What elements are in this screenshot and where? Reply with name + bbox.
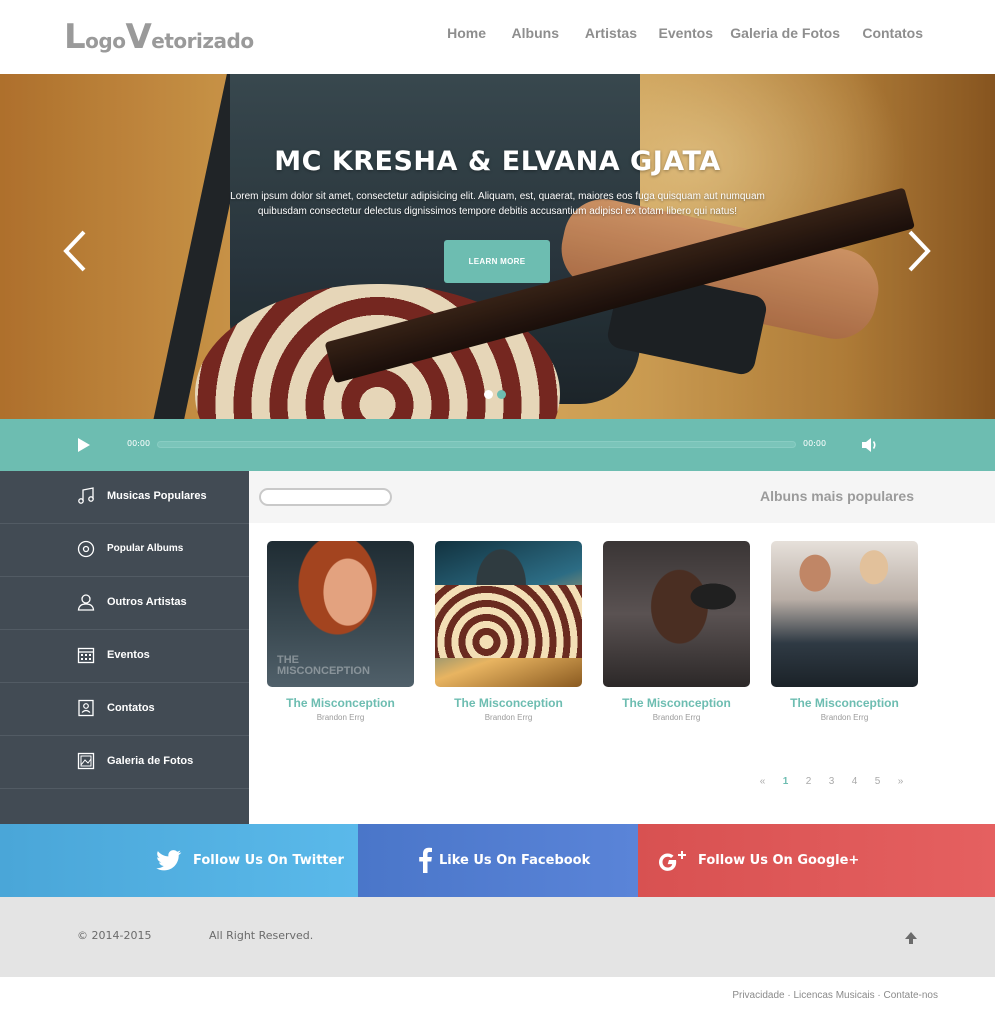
sidebar-item-label: Popular Albums [107, 543, 184, 554]
album-title: The Misconception [790, 696, 899, 710]
back-to-top-arrow-icon[interactable] [903, 930, 919, 946]
next-slide-arrow-icon[interactable] [904, 229, 934, 274]
site-header: L ogo V etorizado Home Albuns Artistas E… [0, 0, 995, 74]
album-cover [771, 541, 918, 687]
pagination-page-2[interactable]: 2 [797, 776, 820, 787]
album-card[interactable]: THE MISCONCEPTION The Misconception Bran… [267, 541, 414, 722]
twitter-bird-icon [155, 846, 183, 874]
twitter-follow-button[interactable]: Follow Us On Twitter [0, 824, 358, 897]
twitter-follow-label: Follow Us On Twitter [193, 853, 344, 868]
album-artist: Brandon Errg [316, 713, 365, 722]
nav-contatos[interactable]: Contatos [862, 25, 923, 41]
album-card[interactable]: The Misconception Brandon Errg [603, 541, 750, 722]
copyright-text: © 2014-2015 [77, 929, 152, 942]
logo-letter-v: V [125, 17, 152, 57]
nav-albuns[interactable]: Albuns [512, 25, 559, 41]
nav-eventos[interactable]: Eventos [659, 25, 713, 41]
sidebar-item-label: Outros Artistas [107, 596, 187, 608]
sidebar-item-popular-albums[interactable]: Popular Albums [0, 524, 249, 577]
pagination-page-5[interactable]: 5 [866, 776, 889, 787]
google-plus-follow-button[interactable]: Follow Us On Google+ [638, 824, 995, 897]
music-note-icon [77, 487, 95, 505]
user-icon [77, 593, 95, 611]
disc-icon [77, 540, 95, 558]
hero-title: MC KRESHA & ELVANA GJATA [274, 146, 721, 177]
footer-link-contate-nos[interactable]: Contate-nos [884, 990, 938, 1001]
sidebar-item-label: Musicas Populares [107, 490, 207, 502]
nav-galeria-de-fotos[interactable]: Galeria de Fotos [730, 25, 840, 41]
album-title: The Misconception [454, 696, 563, 710]
google-plus-follow-label: Follow Us On Google+ [698, 853, 860, 868]
logo-text-1: ogo [85, 29, 126, 53]
rights-text: All Right Reserved. [209, 929, 314, 942]
image-icon [77, 752, 95, 770]
hero-text: Lorem ipsum dolor sit amet, consectetur … [230, 191, 765, 217]
album-title: The Misconception [286, 696, 395, 710]
search-input[interactable] [259, 488, 392, 506]
hero-slider: MC KRESHA & ELVANA GJATA Lorem ipsum dol… [0, 74, 995, 419]
footer: © 2014-2015 All Right Reserved. [0, 897, 995, 977]
pagination-page-4[interactable]: 4 [843, 776, 866, 787]
sidebar-item-outros-artistas[interactable]: Outros Artistas [0, 577, 249, 630]
album-cover [603, 541, 750, 687]
facebook-like-label: Like Us On Facebook [439, 853, 591, 868]
sidebar: Musicas Populares Popular Albums Outros … [0, 471, 249, 824]
prev-slide-arrow-icon[interactable] [60, 229, 90, 274]
sidebar-item-label: Contatos [107, 702, 155, 714]
album-card[interactable]: The Misconception Brandon Errg [435, 541, 582, 722]
slide-dot-1[interactable] [484, 390, 493, 399]
facebook-like-button[interactable]: Like Us On Facebook [358, 824, 638, 897]
pagination-next[interactable]: » [889, 776, 912, 787]
pagination-prev[interactable]: « [751, 776, 774, 787]
google-plus-icon [658, 846, 686, 874]
learn-more-button[interactable]: LEARN MORE [444, 240, 550, 283]
nav-artistas[interactable]: Artistas [585, 25, 637, 41]
slide-dots [484, 390, 506, 399]
play-icon[interactable] [76, 437, 92, 453]
album-artist: Brandon Errg [820, 713, 869, 722]
current-time: 00:00 [127, 439, 151, 448]
album-cover [435, 541, 582, 687]
sidebar-item-label: Galeria de Fotos [107, 755, 194, 767]
album-artist: Brandon Errg [652, 713, 701, 722]
slide-dot-2[interactable] [497, 390, 506, 399]
audio-player: 00:00 00:00 [0, 419, 995, 471]
album-cover-watermark: THE MISCONCEPTION [277, 654, 370, 677]
album-card[interactable]: The Misconception Brandon Errg [771, 541, 918, 722]
facebook-icon [412, 846, 440, 874]
album-title: The Misconception [622, 696, 731, 710]
total-time: 00:00 [803, 439, 827, 448]
pagination-page-1[interactable]: 1 [774, 776, 797, 787]
nav-home[interactable]: Home [447, 25, 486, 41]
volume-icon[interactable] [860, 436, 880, 454]
footer-link-licencas-musicais[interactable]: Licencas Musicais [793, 990, 874, 1001]
sidebar-item-eventos[interactable]: Eventos [0, 630, 249, 683]
album-cover: THE MISCONCEPTION [267, 541, 414, 687]
sidebar-item-contatos[interactable]: Contatos [0, 683, 249, 736]
content-toolbar: Albuns mais populares [249, 471, 995, 523]
footer-link-separator: · [874, 990, 884, 1001]
calendar-icon [77, 646, 95, 664]
logo[interactable]: L ogo V etorizado [64, 20, 254, 54]
progress-bar[interactable] [157, 441, 796, 448]
section-title: Albuns mais populares [759, 488, 914, 504]
logo-text-2: etorizado [151, 29, 254, 53]
footer-links: Privacidade · Licencas Musicais · Contat… [732, 990, 938, 1001]
pagination: « 1 2 3 4 5 » [751, 776, 912, 787]
sidebar-item-label: Eventos [107, 649, 150, 661]
footer-link-privacidade[interactable]: Privacidade [732, 990, 784, 1001]
logo-letter-l: L [64, 17, 86, 57]
address-book-icon [77, 699, 95, 717]
sidebar-item-musicas-populares[interactable]: Musicas Populares [0, 471, 249, 524]
album-artist: Brandon Errg [484, 713, 533, 722]
pagination-page-3[interactable]: 3 [820, 776, 843, 787]
main-content: Albuns mais populares THE MISCONCEPTION … [249, 471, 995, 824]
sidebar-item-galeria-de-fotos[interactable]: Galeria de Fotos [0, 736, 249, 789]
